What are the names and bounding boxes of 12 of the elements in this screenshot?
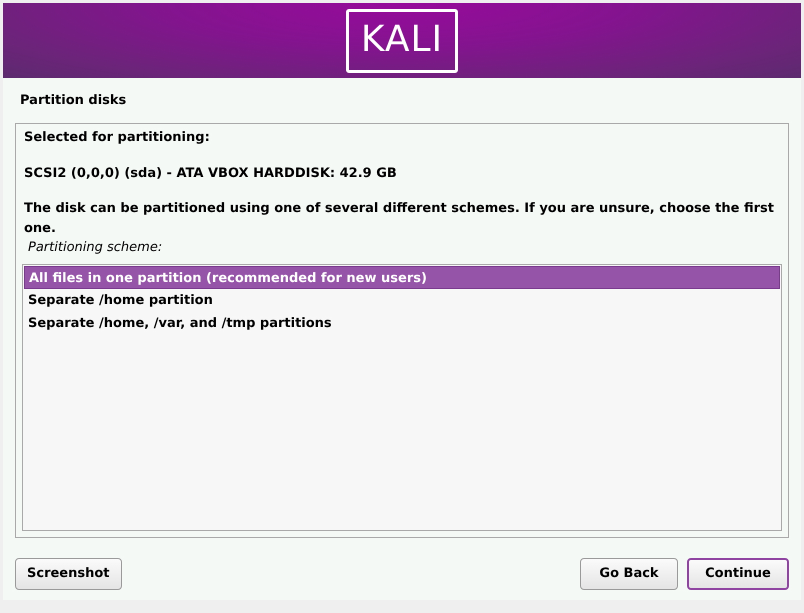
- list-item[interactable]: Separate /home, /var, and /tmp partitions: [24, 312, 780, 334]
- logo: KALI: [346, 8, 458, 72]
- instructions-text: The disk can be partitioned using one of several different schemes. If you are unsure, choose the first one.: [24, 200, 775, 238]
- button[interactable]: Go Back: [580, 558, 678, 590]
- list-item[interactable]: Separate /home partition: [24, 288, 780, 312]
- disk-label: SCSI2 (0,0,0) (sda) - ATA VBOX HARDDISK: 42.9 GB: [24, 164, 398, 182]
- list-item[interactable]: All files in one partition (recommended for new users): [24, 266, 780, 288]
- step-title: Partition disks: [19, 92, 128, 110]
- section-label: Selected for partitioning:: [24, 129, 211, 147]
- list-label: Partitioning scheme:: [28, 239, 164, 257]
- button[interactable]: Screenshot: [15, 558, 122, 590]
- button[interactable]: Continue: [687, 558, 789, 590]
